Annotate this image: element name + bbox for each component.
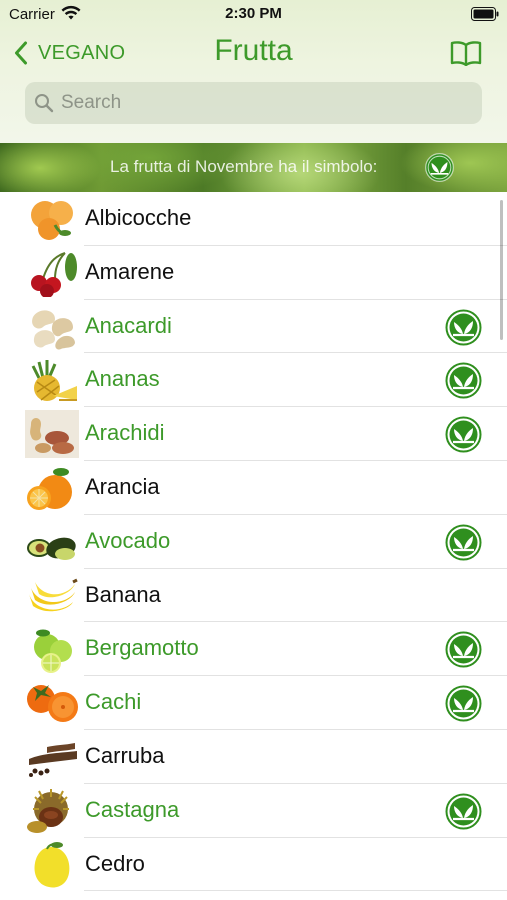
book-icon[interactable] bbox=[450, 40, 482, 66]
orange-icon bbox=[27, 467, 72, 510]
status-bar: Carrier 2:30 PM bbox=[0, 0, 507, 30]
list-item-label: Castagna bbox=[85, 796, 180, 822]
citron-icon bbox=[34, 841, 70, 888]
list-item-label: Amarene bbox=[85, 258, 175, 284]
list-item-label: Arachidi bbox=[85, 420, 165, 446]
app-screen: Carrier 2:30 PM VEGANO Frutta Search La … bbox=[0, 0, 507, 900]
list-item[interactable]: Banana bbox=[0, 569, 507, 623]
list-item-label: Ananas bbox=[85, 366, 160, 392]
battery-icon bbox=[471, 7, 499, 21]
list-item[interactable]: Ananas bbox=[0, 353, 507, 407]
leaf-badge-icon bbox=[445, 309, 482, 346]
list-item[interactable]: Carruba bbox=[0, 730, 507, 784]
list-item-label: Arancia bbox=[85, 473, 160, 499]
leaf-badge-icon bbox=[425, 153, 454, 182]
fruit-list: Albicocche Amarene Anacardi Ananas Arachidi A… bbox=[0, 192, 507, 892]
list-item-label: Bergamotto bbox=[85, 635, 199, 661]
list-item-label: Avocado bbox=[85, 527, 171, 553]
list-item-label: Anacardi bbox=[85, 312, 172, 338]
list-item[interactable]: Castagna bbox=[0, 784, 507, 838]
peanut-icon bbox=[25, 410, 79, 459]
list-item[interactable]: Cedro bbox=[0, 838, 507, 892]
scrollbar[interactable] bbox=[500, 200, 503, 340]
list-item-label: Cedro bbox=[85, 850, 145, 876]
list-item[interactable]: Cachi bbox=[0, 676, 507, 730]
list-item-label: Cachi bbox=[85, 689, 142, 715]
search-icon bbox=[35, 94, 54, 113]
list-item[interactable]: Amarene bbox=[0, 246, 507, 300]
avocado-icon bbox=[27, 537, 76, 560]
list-item[interactable]: Albicocche bbox=[0, 192, 507, 246]
chestnut-icon bbox=[27, 788, 69, 833]
list-item-label: Albicocche bbox=[85, 205, 192, 230]
season-banner: La frutta di Novembre ha il simbolo: bbox=[0, 143, 507, 192]
list-item[interactable]: Arancia bbox=[0, 461, 507, 515]
leaf-badge-icon bbox=[445, 685, 482, 722]
leaf-badge-icon bbox=[445, 793, 482, 830]
sour-cherry-icon bbox=[31, 251, 77, 297]
leaf-badge-icon bbox=[445, 362, 482, 399]
page-title: Frutta bbox=[214, 34, 293, 67]
list-item[interactable]: Anacardi bbox=[0, 300, 507, 354]
cashew-icon bbox=[32, 310, 75, 350]
banner-text: La frutta di Novembre ha il simbolo: bbox=[110, 157, 378, 176]
navigation-header: Carrier 2:30 PM VEGANO Frutta Search bbox=[0, 0, 507, 143]
list-item-label: Carruba bbox=[85, 742, 165, 768]
carob-icon bbox=[29, 742, 77, 777]
leaf-badge-icon bbox=[445, 631, 482, 668]
list-item[interactable]: Arachidi bbox=[0, 407, 507, 461]
pineapple-icon bbox=[31, 360, 77, 402]
list-item[interactable]: Avocado bbox=[0, 515, 507, 569]
persimmon-icon bbox=[27, 685, 78, 723]
list-item-label: Banana bbox=[85, 581, 161, 607]
status-time: 2:30 PM bbox=[225, 5, 282, 22]
apricot-icon bbox=[31, 201, 73, 240]
list-item[interactable]: Bergamotto bbox=[0, 622, 507, 676]
search-input[interactable]: Search bbox=[25, 82, 482, 124]
banana-icon bbox=[29, 578, 78, 611]
leaf-badge-icon bbox=[445, 524, 482, 561]
bergamot-icon bbox=[34, 629, 72, 674]
leaf-badge-icon bbox=[445, 416, 482, 453]
search-placeholder: Search bbox=[61, 92, 122, 113]
